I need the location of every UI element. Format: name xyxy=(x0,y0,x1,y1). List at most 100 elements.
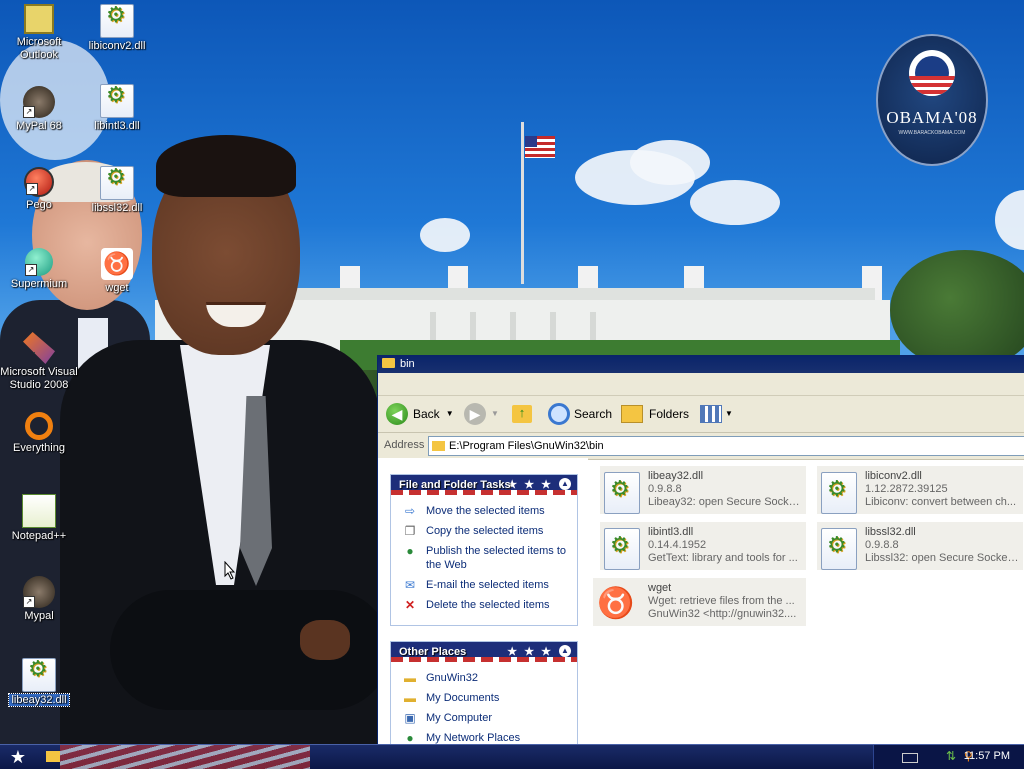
file-name: libeay32.dll xyxy=(648,470,704,482)
other-places-title: Other Places xyxy=(399,646,467,658)
address-value: E:\Program Files\GnuWin32\bin xyxy=(449,440,604,452)
star-icon: ★ xyxy=(9,747,27,767)
folder-icon: ▬ xyxy=(404,671,416,685)
folder-icon xyxy=(432,441,445,451)
file-item-wget[interactable]: ♉ wget Wget: retrieve files from the ...… xyxy=(593,578,806,626)
other-places-header[interactable]: ★ ★ ★ Other Places ▲ xyxy=(391,642,577,662)
cloud xyxy=(630,140,710,185)
outlook-icon xyxy=(24,4,54,34)
desktop-icon-visual-studio[interactable]: ↗ Microsoft Visual Studio 2008 xyxy=(0,332,79,392)
desktop-icon-label: Mypal xyxy=(24,610,54,622)
file-item-libssl32[interactable]: libssl32.dll 0.9.8.8 Libssl32: open Secu… xyxy=(817,522,1023,570)
flagpole xyxy=(521,122,524,284)
desktop-icon-label: Pego xyxy=(26,199,52,211)
start-button[interactable]: ★ xyxy=(6,746,30,768)
gnu-head-icon: ♉ xyxy=(101,248,133,280)
file-name: libssl32.dll xyxy=(865,526,916,538)
desktop-icon-label: libiconv2.dll xyxy=(88,40,146,52)
place-label: My Documents xyxy=(426,692,500,704)
cloud xyxy=(995,190,1024,250)
place-my-network[interactable]: ● My Network Places xyxy=(391,728,577,744)
dll-file-icon xyxy=(100,166,134,200)
keyboard-icon[interactable] xyxy=(902,753,918,763)
shortcut-arrow-icon: ↗ xyxy=(23,106,35,118)
logo-text: OBAMA'08 xyxy=(886,108,978,127)
task-publish[interactable]: ● Publish the selected items to the Web xyxy=(391,541,577,575)
file-description: Libiconv: convert between ch... xyxy=(865,496,1017,508)
copy-icon: ❐ xyxy=(404,524,416,538)
taskbar-item-bin[interactable] xyxy=(46,748,86,766)
place-gnuwin32[interactable]: ▬ GnuWin32 xyxy=(391,668,577,688)
back-button[interactable]: ◀ Back ▼ xyxy=(386,402,454,426)
file-item-libintl3[interactable]: libintl3.dll 0.14.4.1952 GetText: librar… xyxy=(600,522,806,570)
dll-file-icon xyxy=(100,84,134,118)
file-version: 0.9.8.8 xyxy=(648,483,682,495)
network-icon: ● xyxy=(406,731,414,744)
file-tasks-title: File and Folder Tasks xyxy=(399,479,511,491)
task-delete[interactable]: ✕ Delete the selected items xyxy=(391,595,577,615)
dll-file-icon xyxy=(821,472,857,514)
address-bar: Address E:\Program Files\GnuWin32\bin xyxy=(378,433,1024,460)
task-copy[interactable]: ❐ Copy the selected items xyxy=(391,521,577,541)
title-bar[interactable]: bin xyxy=(378,355,1024,373)
task-email[interactable]: ✉ E-mail the selected items xyxy=(391,575,577,595)
chevron-down-icon: ▼ xyxy=(445,409,454,418)
dll-file-icon xyxy=(604,528,640,570)
cloud xyxy=(690,180,780,225)
file-name: libiconv2.dll xyxy=(865,470,922,482)
desktop-icon-everything[interactable]: Everything xyxy=(1,412,77,455)
file-tasks-header[interactable]: ★ ★ ★ File and Folder Tasks ▲ xyxy=(391,475,577,495)
collapse-chevron-icon[interactable]: ▲ xyxy=(559,645,571,657)
desktop-icon-outlook[interactable]: Microsoft Outlook xyxy=(1,4,77,62)
person-obama-hair xyxy=(156,135,296,197)
file-item-libiconv2[interactable]: libiconv2.dll 1.12.2872.39125 Libiconv: … xyxy=(817,466,1023,514)
desktop-icon-label: libeay32.dll xyxy=(8,693,70,707)
system-tray: ⇅ ⚲ 11:57 PM xyxy=(873,745,1024,769)
explorer-window[interactable]: bin ◀ Back ▼ ▶ ▼ ↑ Search Folders ▼ Addr… xyxy=(377,355,1024,744)
task-move[interactable]: ⇨ Move the selected items xyxy=(391,501,577,521)
network-tray-icon[interactable]: ⇅ xyxy=(946,749,956,763)
file-item-libeay32[interactable]: libeay32.dll 0.9.8.8 Libeay32: open Secu… xyxy=(600,466,806,514)
desktop-icon-libssl32[interactable]: libssl32.dll xyxy=(79,166,155,215)
desktop-icon-libiconv2[interactable]: libiconv2.dll xyxy=(79,4,155,53)
place-my-documents[interactable]: ▬ My Documents xyxy=(391,688,577,708)
folders-icon xyxy=(621,405,643,423)
search-label: Search xyxy=(574,407,613,421)
desktop-icon-libeay32[interactable]: libeay32.dll xyxy=(1,658,77,707)
forward-button[interactable]: ▶ ▼ xyxy=(464,402,499,426)
desktop-icon-pego[interactable]: ↗ Pego xyxy=(1,167,77,212)
obama-08-logo: OBAMA'08 WWW.BARACKOBAMA.COM xyxy=(876,34,988,166)
file-version: 1.12.2872.39125 xyxy=(865,483,948,495)
header-stars-icon: ★ ★ ★ xyxy=(507,646,553,658)
chevron-down-icon: ▼ xyxy=(491,409,499,418)
desktop-icon-libintl3[interactable]: libintl3.dll xyxy=(79,84,155,133)
desktop-icon-mypal[interactable]: ↗ Mypal xyxy=(1,576,77,623)
folder-icon xyxy=(382,358,395,368)
shortcut-arrow-icon: ↗ xyxy=(25,264,37,276)
window-title: bin xyxy=(400,358,415,370)
collapse-chevron-icon[interactable]: ▲ xyxy=(559,478,571,490)
desktop-icon-label: libintl3.dll xyxy=(94,120,140,132)
desktop: OBAMA'08 WWW.BARACKOBAMA.COM Microsoft O… xyxy=(0,0,1024,744)
back-arrow-icon: ◀ xyxy=(386,403,408,425)
desktop-icon-notepadpp[interactable]: Notepad++ xyxy=(1,494,77,543)
address-input[interactable]: E:\Program Files\GnuWin32\bin xyxy=(428,436,1024,456)
task-label: E-mail the selected items xyxy=(426,579,549,591)
desktop-icon-wget[interactable]: ♉ wget xyxy=(79,248,155,295)
file-name: libintl3.dll xyxy=(648,526,694,538)
up-folder-icon: ↑ xyxy=(512,405,532,423)
views-button[interactable]: ▼ xyxy=(700,402,733,426)
clock[interactable]: 11:57 PM xyxy=(964,750,1010,762)
desktop-icon-mypal68[interactable]: ↗ MyPal 68 xyxy=(1,86,77,133)
up-folder-button[interactable]: ↑ xyxy=(512,402,532,426)
place-label: My Network Places xyxy=(426,732,521,744)
desktop-icon-supermium[interactable]: ↗ Supermium xyxy=(1,248,77,291)
file-name: wget xyxy=(648,582,672,594)
folders-button[interactable]: Folders xyxy=(621,402,689,426)
raccoon-icon: ↗ xyxy=(23,576,55,608)
search-button[interactable]: Search xyxy=(548,402,612,426)
my-computer-icon: ▣ xyxy=(404,711,416,725)
file-description: Libeay32: open Secure Socket... xyxy=(648,496,804,508)
place-my-computer[interactable]: ▣ My Computer xyxy=(391,708,577,728)
search-icon xyxy=(548,403,570,425)
